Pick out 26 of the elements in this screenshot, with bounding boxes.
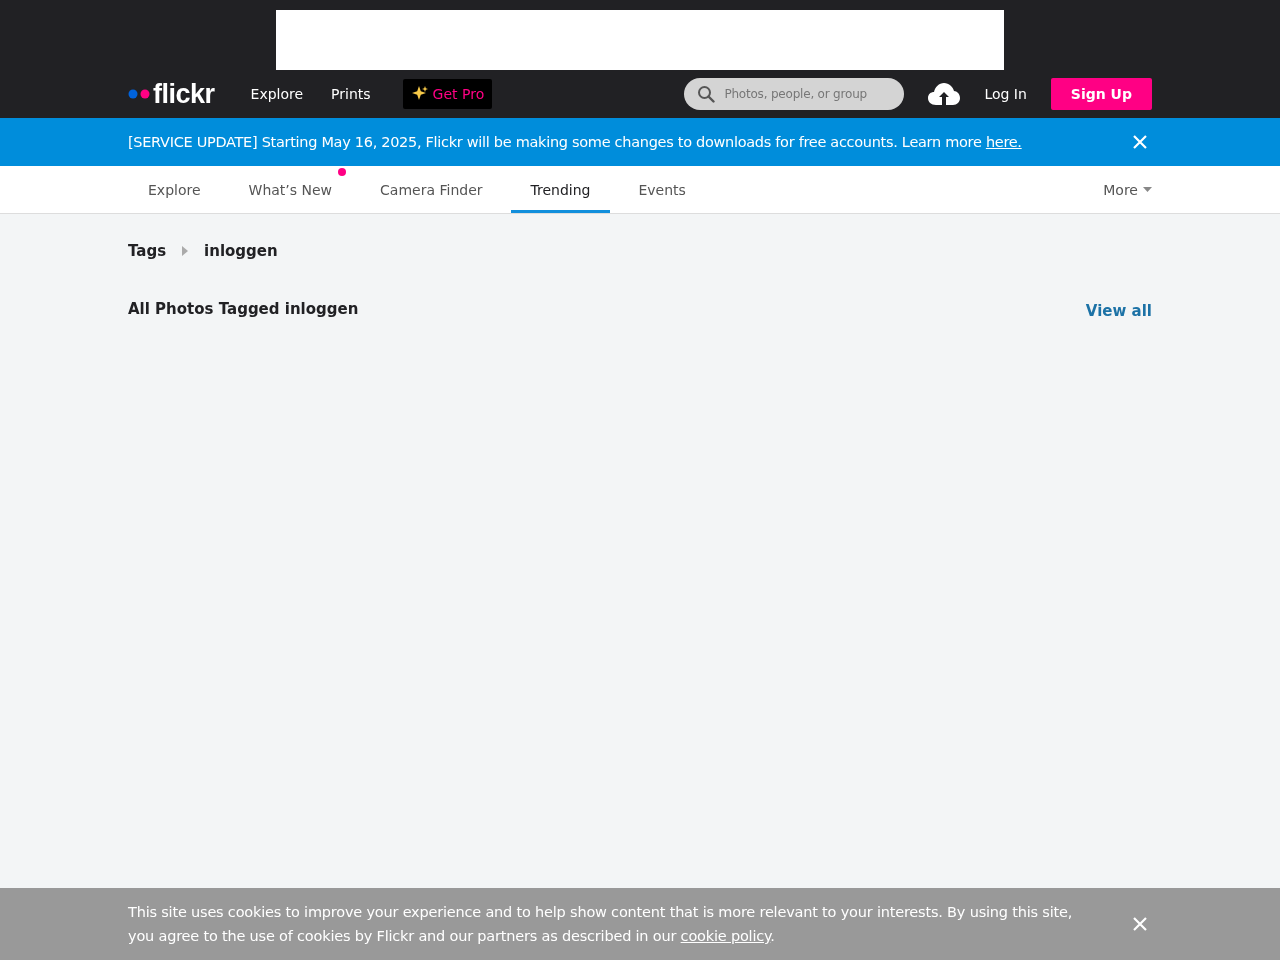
view-all-link[interactable]: View all <box>1085 302 1152 320</box>
search-field[interactable]: Photos, people, or group <box>684 78 905 110</box>
nav-link[interactable]: Explore <box>250 86 304 102</box>
service-update-message: [SERVICE UPDATE] Starting May 16, 2025, Flickr will be making some changes to downloads for free accounts. Learn more here. <box>128 134 1022 150</box>
nav-tab[interactable]: Camera Finder <box>360 166 503 213</box>
nav-link[interactable]: Prints <box>331 86 371 102</box>
nav-tab[interactable]: Trending <box>510 166 611 213</box>
get-pro-button[interactable]: Get Pro <box>402 79 493 109</box>
caret-icon <box>1143 186 1152 193</box>
breadcrumb-link[interactable]: Tags <box>128 242 167 260</box>
chevron-right-icon <box>182 246 189 256</box>
nav-tab[interactable]: Explore <box>128 166 221 213</box>
learn-more-link[interactable]: here. <box>985 134 1022 150</box>
section-title: All Photos Tagged inloggen <box>128 300 359 318</box>
upload-cloud-icon[interactable] <box>928 82 961 106</box>
nav-tab[interactable]: Events <box>618 166 706 213</box>
close-icon[interactable] <box>1132 134 1148 150</box>
close-icon[interactable] <box>1132 916 1148 932</box>
cookie-notice: This site uses cookies to improve your experience and to help show content that is more relevant to your interests. By using this site, you agree to the use of cookies by Flickr and our partners as described in our cookie policy. <box>128 903 1074 946</box>
logo-dots-icon <box>128 89 150 99</box>
sign-up-button[interactable]: Sign Up <box>1050 78 1152 110</box>
login-link[interactable]: Log In <box>984 86 1027 102</box>
logo-wordmark[interactable]: flickr <box>153 80 215 108</box>
more-menu[interactable]: More <box>1103 166 1152 213</box>
breadcrumb-link[interactable]: inloggen <box>204 242 278 260</box>
nav-tab[interactable]: What’s New <box>228 166 353 213</box>
